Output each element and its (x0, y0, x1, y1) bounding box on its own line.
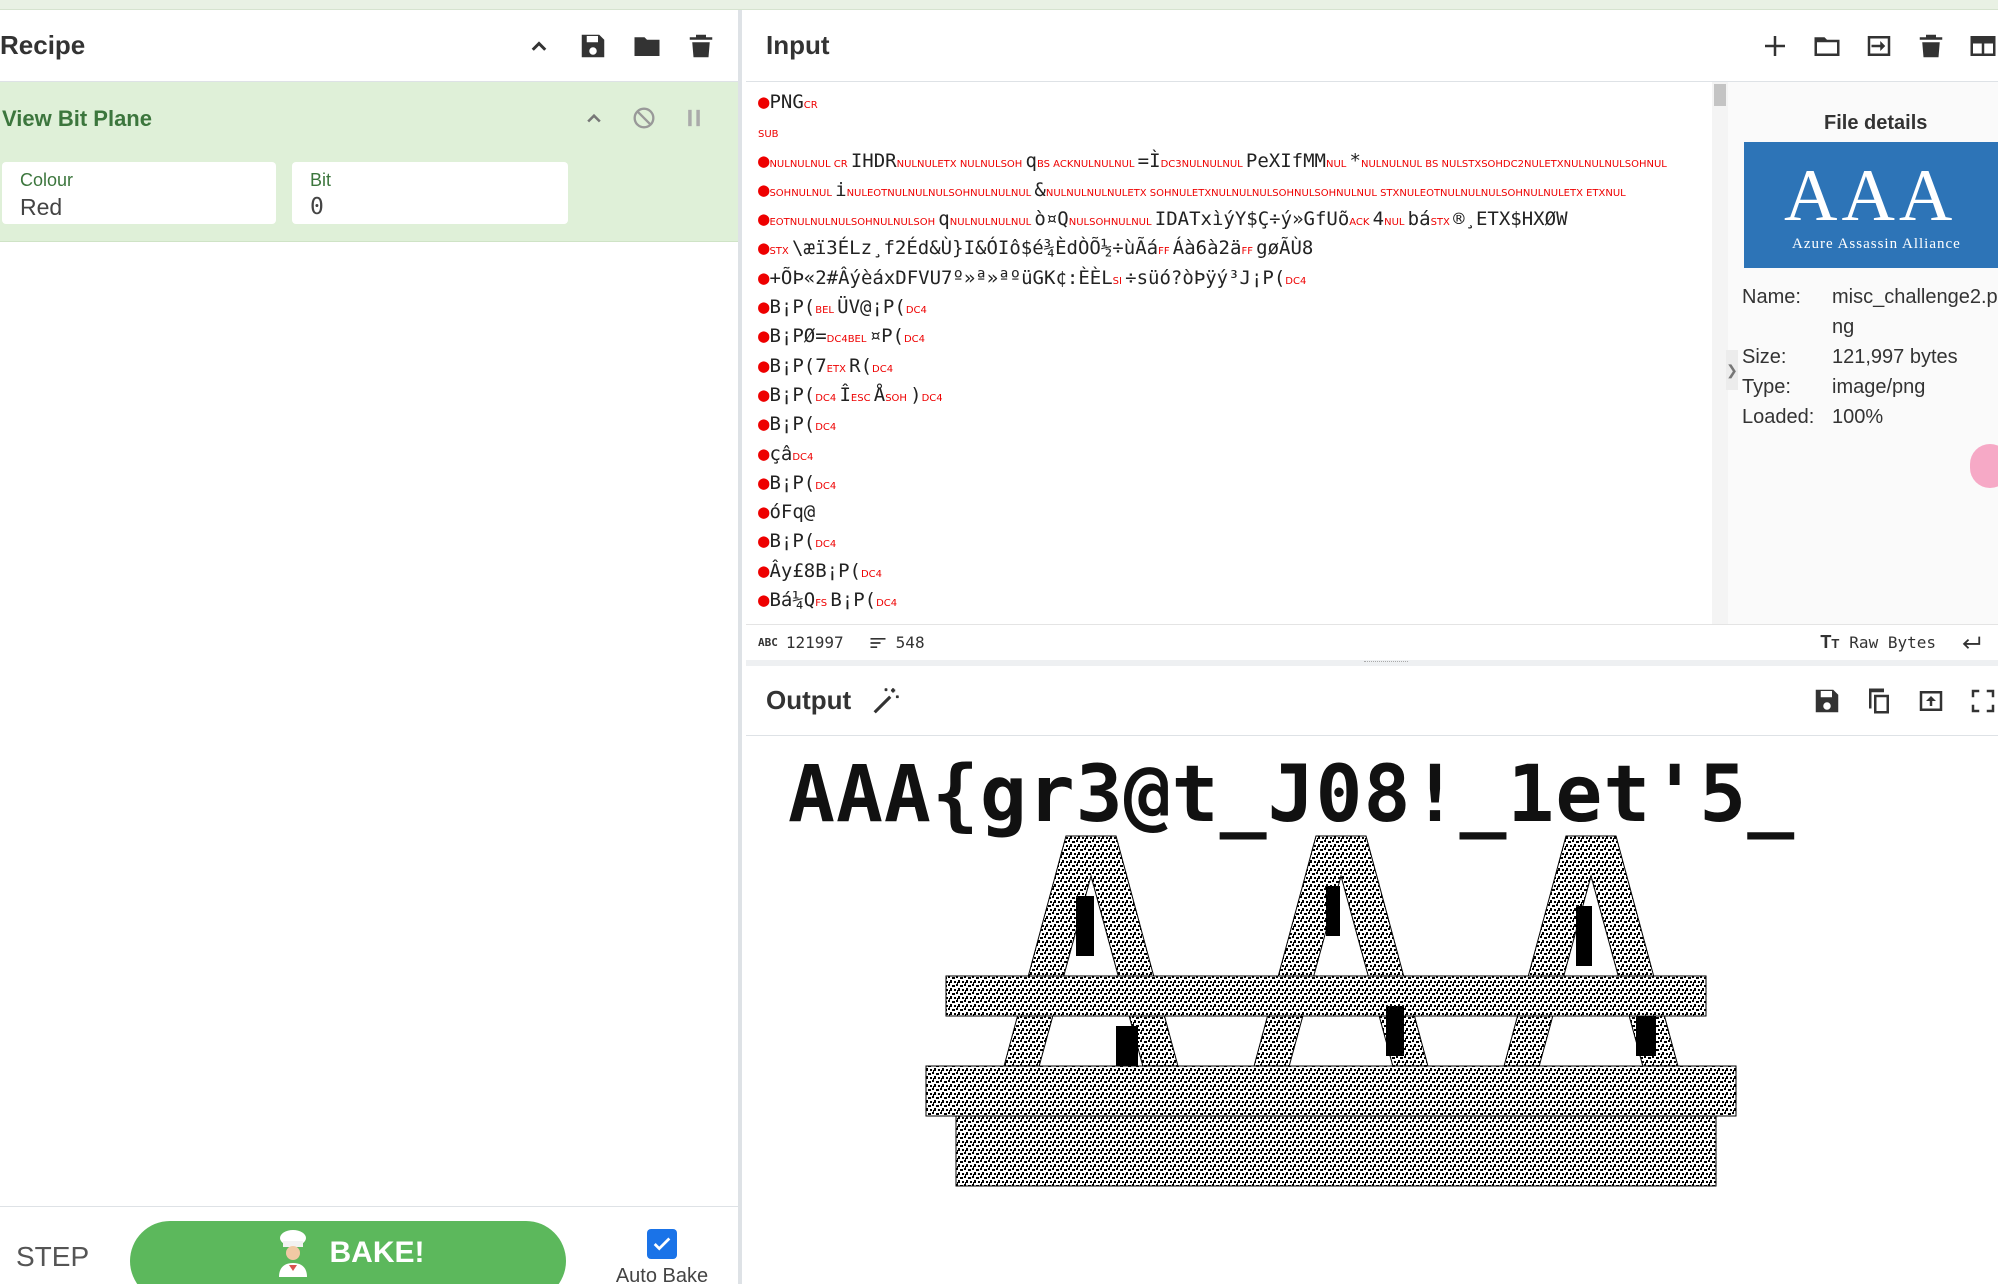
reset-layout-icon[interactable] (1968, 31, 1998, 61)
replace-input-with-output-icon[interactable] (1916, 686, 1946, 716)
bit-label: Bit (310, 170, 332, 190)
copy-output-icon[interactable] (1864, 686, 1894, 716)
input-line: ●çâDC4 (758, 442, 817, 465)
size-value: 121,997 bytes (1832, 346, 1958, 368)
file-details-panel: File details AAA Azure Assassin Alliance… (1728, 82, 1998, 624)
input-title: Input (766, 30, 830, 60)
abc-icon: ABC (758, 636, 778, 649)
operation-collapse-chevron-icon[interactable] (580, 104, 608, 137)
input-line: ●Ây£8B¡P(DC4 (758, 559, 886, 582)
bitplane-image (925, 835, 1737, 1187)
recipe-header: Recipe (0, 10, 738, 82)
input-line: ●NULNULNUL CR IHDRNULNULETX NULNULSOH qB… (758, 149, 1671, 172)
eol-return-icon[interactable] (1960, 632, 1982, 654)
magic-wand-icon[interactable] (869, 684, 903, 718)
colour-label: Colour (20, 170, 74, 190)
lines-icon (870, 637, 886, 648)
colour-field[interactable]: Colour Red (2, 162, 276, 224)
bake-controls: STEP BAKE! Auto Bake (0, 1206, 738, 1284)
line-count-value: 548 (895, 633, 925, 652)
input-line: ●Bá¼QFS B¡P(DC4 (758, 589, 901, 612)
bake-button[interactable]: BAKE! (130, 1221, 566, 1284)
auto-bake-checkbox[interactable] (647, 1229, 677, 1259)
char-count-value: 121997 (785, 633, 844, 652)
input-line: ●B¡P(DC4 (758, 413, 840, 436)
input-textarea[interactable]: ●PNGCR SUB ●NULNULNUL CR IHDRNULNULETX N… (746, 82, 1714, 624)
input-line: ●óFq@ (758, 501, 816, 524)
resize-grip[interactable] (1364, 661, 1408, 664)
clear-recipe-trash-icon[interactable] (686, 31, 716, 61)
add-input-plus-icon[interactable] (1760, 31, 1790, 61)
thumbnail-logo-text: AAA (1784, 155, 1957, 237)
save-recipe-icon[interactable] (578, 31, 608, 61)
auto-bake-label: Auto Bake (615, 1265, 709, 1284)
output-title: Output (766, 685, 852, 715)
file-details-collapse-tab[interactable]: ❯ (1726, 350, 1738, 390)
loaded-value: 100% (1832, 406, 1884, 428)
floating-extension-badge[interactable] (1970, 444, 1998, 488)
type-label: Type: (1742, 376, 1791, 398)
type-value: image/png (1832, 376, 1926, 398)
save-output-icon[interactable] (1812, 686, 1842, 716)
input-header: Input (746, 10, 1998, 82)
operation-title: View Bit Plane (2, 106, 152, 131)
auto-bake-toggle[interactable]: Auto Bake (612, 1229, 712, 1284)
input-line: SUB (758, 129, 782, 141)
input-line: ●EOTNULNULNULSOHNULNULSOH qNULNULNULNUL … (758, 208, 1568, 231)
output-pane: Output AAA{gr3@t_J08!_1et'5_ (746, 666, 1998, 1284)
checkmark-icon (653, 1237, 671, 1251)
input-line: ●+ÕÞ«2#ÂýèáxDFVU7º»ª»ªºüGK¢:ÈÈLSI ÷süó?ò… (758, 266, 1310, 289)
recipe-title: Recipe (0, 30, 86, 60)
thumbnail-subtitle: Azure Assassin Alliance (1792, 236, 1961, 252)
bake-label: BAKE! (329, 1236, 425, 1269)
input-line: ●STX \æï3ÉLz¸f2Éd&Ù}I&ÓIô$é¾ÈdÒÕ½÷ùÃáFF … (758, 237, 1314, 260)
name-label: Name: (1742, 286, 1801, 308)
open-file-import-icon[interactable] (1864, 31, 1894, 61)
input-status-bar: ABC 121997 548 TT Raw Bytes (746, 624, 1998, 660)
browser-top-strip (0, 0, 1998, 10)
input-line: ●B¡P(DC4 (758, 471, 840, 494)
text-format-icon[interactable]: TT (1820, 632, 1839, 653)
step-button[interactable]: STEP (16, 1241, 89, 1273)
chef-icon (278, 1230, 307, 1277)
input-pane: Input ●PNGCR SUB ●NULNULNUL CR IHDRNULNU… (746, 10, 1998, 660)
load-recipe-folder-icon[interactable] (632, 31, 662, 61)
line-count: 548 (868, 633, 925, 653)
char-count: ABC 121997 (758, 633, 844, 652)
input-line: ●SOHNULNUL iNULEOTNULNULNULSOHNULNULNUL … (758, 178, 1629, 201)
file-thumbnail: AAA Azure Assassin Alliance (1744, 142, 1998, 268)
bit-field[interactable]: Bit 0 (292, 162, 568, 224)
input-line: ●B¡P(BEL ÜV@¡P(DC4 (758, 296, 931, 319)
recipe-pane: Recipe View Bit Plane Colour Red Bit 0 S… (0, 10, 742, 1284)
input-line: ●PNGCR (758, 91, 821, 113)
colour-select-value[interactable]: Red (20, 194, 62, 221)
input-line: ●B¡P(DC4 (758, 530, 840, 553)
open-folder-icon[interactable] (1812, 31, 1842, 61)
input-line: ●B¡P(7ETX R(DC4 (758, 354, 897, 377)
input-line: ●B¡PØ=DC4BEL ¤P(DC4 (758, 325, 929, 348)
scrollbar-thumb[interactable] (1714, 84, 1726, 106)
output-header: Output (746, 666, 1998, 736)
pause-breakpoint-icon[interactable] (680, 104, 708, 137)
output-display[interactable]: AAA{gr3@t_J08!_1et'5_ (746, 736, 1998, 1284)
bit-input-value[interactable]: 0 (310, 194, 324, 220)
clear-input-trash-icon[interactable] (1916, 31, 1946, 61)
disable-operation-icon[interactable] (630, 104, 658, 137)
file-details-title: File details (1824, 112, 1928, 134)
operation-view-bit-plane[interactable]: View Bit Plane Colour Red Bit 0 (0, 82, 738, 242)
encoding-select[interactable]: Raw Bytes (1849, 633, 1936, 652)
collapse-chevron-up-icon[interactable] (524, 31, 554, 61)
input-line: ●B¡P(DC4 ÎESC ÅSOH )DC4 (758, 383, 946, 406)
size-label: Size: (1742, 346, 1787, 368)
maximize-output-icon[interactable] (1968, 686, 1998, 716)
loaded-label: Loaded: (1742, 406, 1815, 428)
name-value: misc_challenge2.png (1832, 286, 1998, 338)
